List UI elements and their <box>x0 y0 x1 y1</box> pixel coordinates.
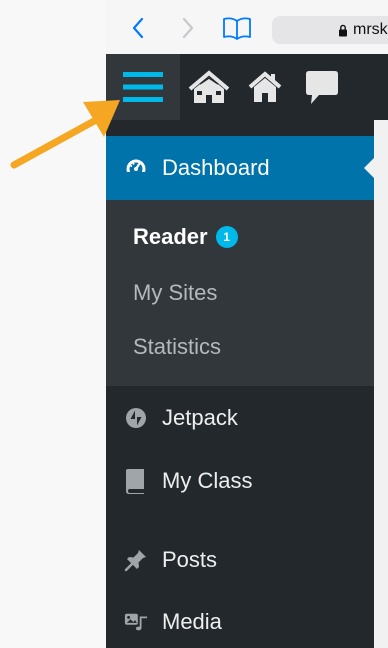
chevron-left-icon <box>132 17 144 39</box>
menu-label-media: Media <box>162 609 222 634</box>
page-content-edge <box>374 120 388 648</box>
book-icon <box>124 469 148 494</box>
submenu-item-statistics[interactable]: Statistics <box>133 334 221 360</box>
current-menu-pointer <box>364 158 374 178</box>
submenu-label-my-sites: My Sites <box>133 280 218 305</box>
media-icon <box>124 610 148 634</box>
pin-icon <box>124 548 148 572</box>
menu-toggle-button[interactable] <box>106 54 180 120</box>
menu-toggle-icon <box>123 72 163 102</box>
dashboard-icon <box>124 156 148 180</box>
screenshot-root: mrsk Dashboard Reader 1 My Sites Statist… <box>0 0 388 648</box>
home-icon <box>248 71 282 102</box>
chevron-right-icon <box>182 17 194 39</box>
admin-sidebar: Dashboard Reader 1 My Sites Statistics J… <box>106 120 374 648</box>
address-bar[interactable]: mrsk <box>272 16 388 44</box>
menu-item-posts[interactable]: Posts <box>106 530 374 590</box>
menu-label-my-class: My Class <box>162 468 253 493</box>
notification-badge: 1 <box>215 226 238 248</box>
menu-label-dashboard: Dashboard <box>162 155 270 180</box>
menu-item-dashboard[interactable]: Dashboard <box>106 136 374 200</box>
admin-bar <box>106 54 388 120</box>
submenu-item-my-sites[interactable]: My Sites <box>133 280 217 306</box>
back-button[interactable] <box>124 14 152 42</box>
menu-item-my-class[interactable]: My Class <box>106 451 374 511</box>
lock-icon <box>339 24 347 36</box>
menu-item-jetpack[interactable]: Jetpack <box>106 390 374 446</box>
submenu-item-reader[interactable]: Reader 1 <box>133 224 238 250</box>
my-sites-icon <box>188 70 230 103</box>
jetpack-icon <box>124 406 148 430</box>
address-text: mrsk <box>353 21 388 38</box>
submenu-label-statistics: Statistics <box>133 334 222 359</box>
visit-site-button[interactable] <box>238 54 292 120</box>
comments-icon <box>306 71 338 104</box>
dashboard-submenu: Reader 1 My Sites Statistics <box>106 200 374 386</box>
my-sites-button[interactable] <box>180 54 238 120</box>
book-icon <box>223 17 251 40</box>
phone-screen: mrsk Dashboard Reader 1 My Sites Statist… <box>106 0 388 648</box>
bookmarks-button[interactable] <box>219 14 255 42</box>
forward-button[interactable] <box>174 14 202 42</box>
comments-button[interactable] <box>292 54 352 120</box>
menu-label-jetpack: Jetpack <box>162 405 238 430</box>
submenu-label-reader: Reader <box>133 224 208 249</box>
menu-item-media[interactable]: Media <box>106 592 374 648</box>
browser-toolbar: mrsk <box>106 0 388 54</box>
menu-label-posts: Posts <box>162 547 218 572</box>
